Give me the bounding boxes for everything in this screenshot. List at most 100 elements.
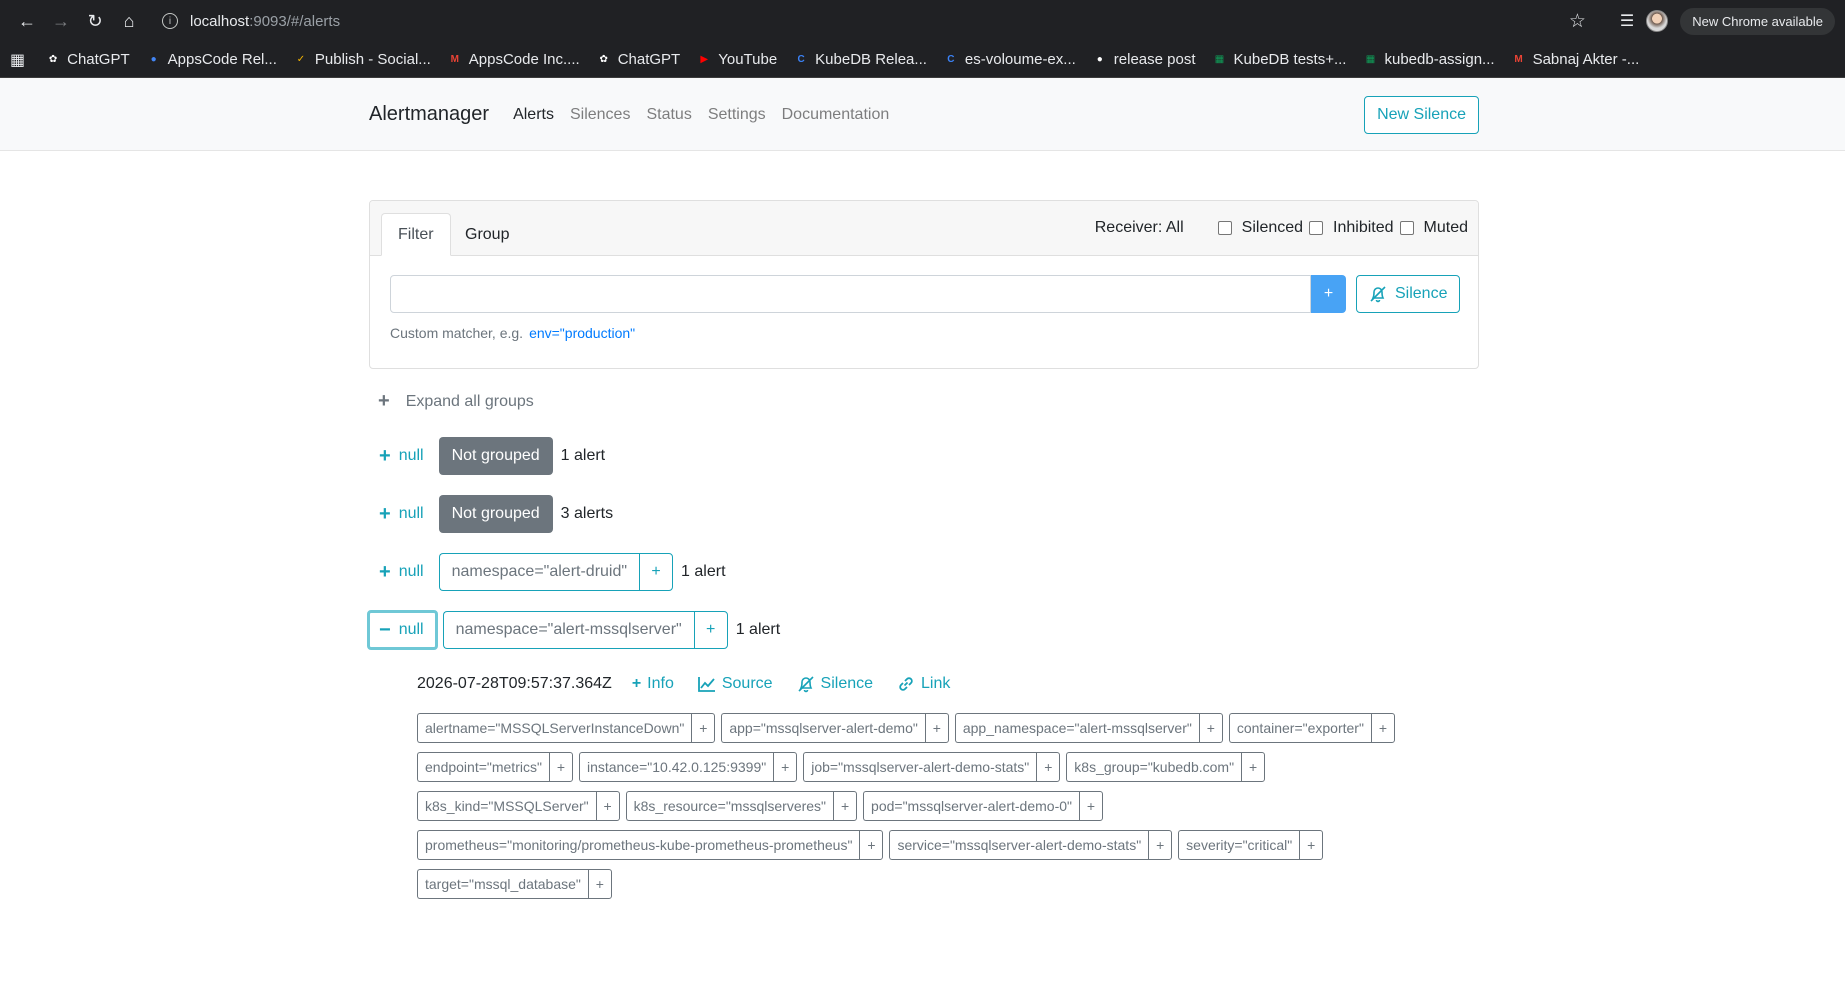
source-button[interactable]: Source: [697, 675, 773, 693]
bookmarks-bar: ▦ ✿ ChatGPT ● AppsCode Rel... ✓ Publish - Soc…: [0, 42, 1845, 78]
bookmark-item[interactable]: C KubeDB Relea...: [793, 51, 927, 68]
alert-label-pill: app="mssqlserver-alert-demo" +: [721, 713, 949, 743]
checkbox-box[interactable]: [1309, 221, 1324, 235]
bookmark-label: Sabnaj Akter -...: [1532, 51, 1640, 68]
hint-example-link[interactable]: env="production": [529, 325, 635, 341]
gmail-icon: M: [1514, 54, 1523, 65]
bookmark-label: ChatGPT: [67, 51, 130, 68]
home-icon[interactable]: ⌂: [112, 4, 146, 38]
youtube-icon: ▶: [700, 54, 709, 65]
alert-count: 3 alerts: [560, 505, 614, 522]
add-label-filter-button[interactable]: +: [1198, 713, 1223, 743]
bookmark-label: AppsCode Rel...: [167, 51, 277, 68]
people-icon: ●: [150, 54, 157, 65]
add-label-filter-button[interactable]: +: [1299, 830, 1324, 860]
nav-settings[interactable]: Settings: [708, 106, 766, 124]
action-label: Info: [647, 675, 674, 692]
add-label-filter-button[interactable]: +: [1079, 791, 1103, 821]
tab-group[interactable]: Group: [449, 213, 525, 256]
nav-status[interactable]: Status: [646, 106, 691, 124]
add-matcher-button[interactable]: +: [1311, 275, 1346, 313]
add-label-filter-button[interactable]: +: [1370, 713, 1395, 743]
bookmark-item[interactable]: ✓ Publish - Social...: [293, 51, 431, 68]
avatar[interactable]: [1646, 10, 1669, 32]
new-silence-button[interactable]: New Silence: [1364, 95, 1479, 134]
group-expand-toggle[interactable]: + null: [369, 495, 434, 533]
checkbox-box[interactable]: [1399, 221, 1414, 235]
add-label-filter-button[interactable]: +: [595, 791, 620, 821]
toggle-label: null: [398, 621, 424, 638]
expand-all-groups-button[interactable]: + Expand all groups: [378, 390, 534, 413]
add-label-filter-button[interactable]: +: [548, 752, 573, 782]
filter-input[interactable]: [390, 275, 1311, 313]
alert-silence-button[interactable]: Silence: [797, 675, 873, 693]
alert-label-pill: k8s_kind="MSSQLServer" +: [417, 791, 620, 821]
alert-label-text: k8s_group="kubedb.com": [1066, 752, 1242, 782]
receiver-select[interactable]: Receiver: All: [1095, 219, 1184, 237]
alert-label-pill: app_namespace="alert-mssqlserver" +: [954, 713, 1223, 743]
bookmark-label: KubeDB Relea...: [815, 51, 927, 68]
add-label-filter-button[interactable]: +: [773, 752, 798, 782]
info-icon[interactable]: i: [162, 13, 178, 29]
alert-label-text: k8s_resource="mssqlserveres": [625, 791, 834, 821]
forward-arrow-icon[interactable]: →: [44, 4, 78, 38]
bookmark-item[interactable]: ✿ ChatGPT: [45, 51, 130, 68]
alert-label-pill: alertname="MSSQLServerInstanceDown" +: [417, 713, 716, 743]
add-label-filter-button[interactable]: +: [924, 713, 949, 743]
group-label: namespace="alert-mssqlserver" +: [442, 611, 728, 649]
bookmark-item[interactable]: ✿ ChatGPT: [596, 51, 681, 68]
add-label-filter-button[interactable]: +: [693, 611, 728, 649]
github-icon: ●: [1096, 54, 1103, 65]
alert-group: + null namespace="alert-druid" + 1 alert: [369, 553, 726, 591]
tab-filter[interactable]: Filter: [381, 213, 451, 256]
info-button[interactable]: + Info: [632, 675, 674, 693]
bookmark-item[interactable]: M Sabnaj Akter -...: [1511, 51, 1640, 68]
link-button[interactable]: Link: [897, 675, 950, 693]
bookmark-star-icon[interactable]: ☆: [1569, 10, 1586, 33]
alert-label-text: app="mssqlserver-alert-demo": [721, 713, 925, 743]
bookmark-item[interactable]: ▶ YouTube: [696, 51, 777, 68]
add-label-filter-button[interactable]: +: [691, 713, 716, 743]
chrome-update-button[interactable]: New Chrome available: [1680, 7, 1835, 35]
bookmark-label: ChatGPT: [617, 51, 681, 68]
inhibited-checkbox[interactable]: Inhibited: [1309, 219, 1394, 237]
bookmark-item[interactable]: ▦ kubedb-assign...: [1362, 51, 1495, 68]
checkbox-label: Inhibited: [1333, 219, 1394, 236]
alert-label-pill: service="mssqlserver-alert-demo-stats" +: [889, 830, 1173, 860]
add-label-filter-button[interactable]: +: [587, 869, 612, 899]
address-bar[interactable]: i localhost:9093/#/alerts: [156, 5, 1569, 37]
filter-silence-button[interactable]: Silence: [1356, 275, 1461, 313]
alert-label-pill: severity="critical" +: [1178, 830, 1324, 860]
group-expand-toggle[interactable]: + null: [369, 553, 434, 591]
silence-label: Silence: [1395, 285, 1448, 302]
alert-label-text: app_namespace="alert-mssqlserver": [954, 713, 1199, 743]
group-collapse-toggle[interactable]: − null: [367, 610, 438, 650]
add-label-filter-button[interactable]: +: [1036, 752, 1061, 782]
bookmark-item[interactable]: M AppsCode Inc....: [447, 51, 580, 68]
add-label-filter-button[interactable]: +: [859, 830, 884, 860]
add-label-filter-button[interactable]: +: [833, 791, 858, 821]
bookmark-item[interactable]: ● release post: [1092, 51, 1196, 68]
alert-label-text: severity="critical": [1178, 830, 1300, 860]
nav-alerts[interactable]: Alerts: [513, 106, 554, 124]
app-navbar: Alertmanager Alerts Silences Status Sett…: [0, 78, 1845, 151]
add-label-filter-button[interactable]: +: [1148, 830, 1173, 860]
apps-grid-icon[interactable]: ▦: [10, 50, 25, 70]
add-label-filter-button[interactable]: +: [639, 553, 674, 591]
back-arrow-icon[interactable]: ←: [10, 4, 44, 38]
nav-documentation[interactable]: Documentation: [782, 106, 890, 124]
media-queue-icon[interactable]: ☰: [1620, 11, 1634, 31]
alert-label-text: prometheus="monitoring/prometheus-kube-p…: [417, 830, 860, 860]
bookmark-item[interactable]: Ces-voloume-ex...: [943, 51, 1076, 68]
bookmark-item[interactable]: ● AppsCode Rel...: [146, 51, 277, 68]
group-expand-toggle[interactable]: + null: [369, 437, 434, 475]
brand[interactable]: Alertmanager: [369, 103, 489, 126]
muted-checkbox[interactable]: Muted: [1399, 219, 1468, 237]
checkbox-box[interactable]: [1217, 221, 1232, 235]
add-label-filter-button[interactable]: +: [1241, 752, 1266, 782]
bookmark-item[interactable]: ▦ KubeDB tests+...: [1212, 51, 1347, 68]
not-grouped-badge: Not grouped: [438, 495, 553, 533]
nav-silences[interactable]: Silences: [570, 106, 630, 124]
silenced-checkbox[interactable]: Silenced: [1217, 219, 1303, 237]
reload-icon[interactable]: ↻: [78, 4, 112, 38]
